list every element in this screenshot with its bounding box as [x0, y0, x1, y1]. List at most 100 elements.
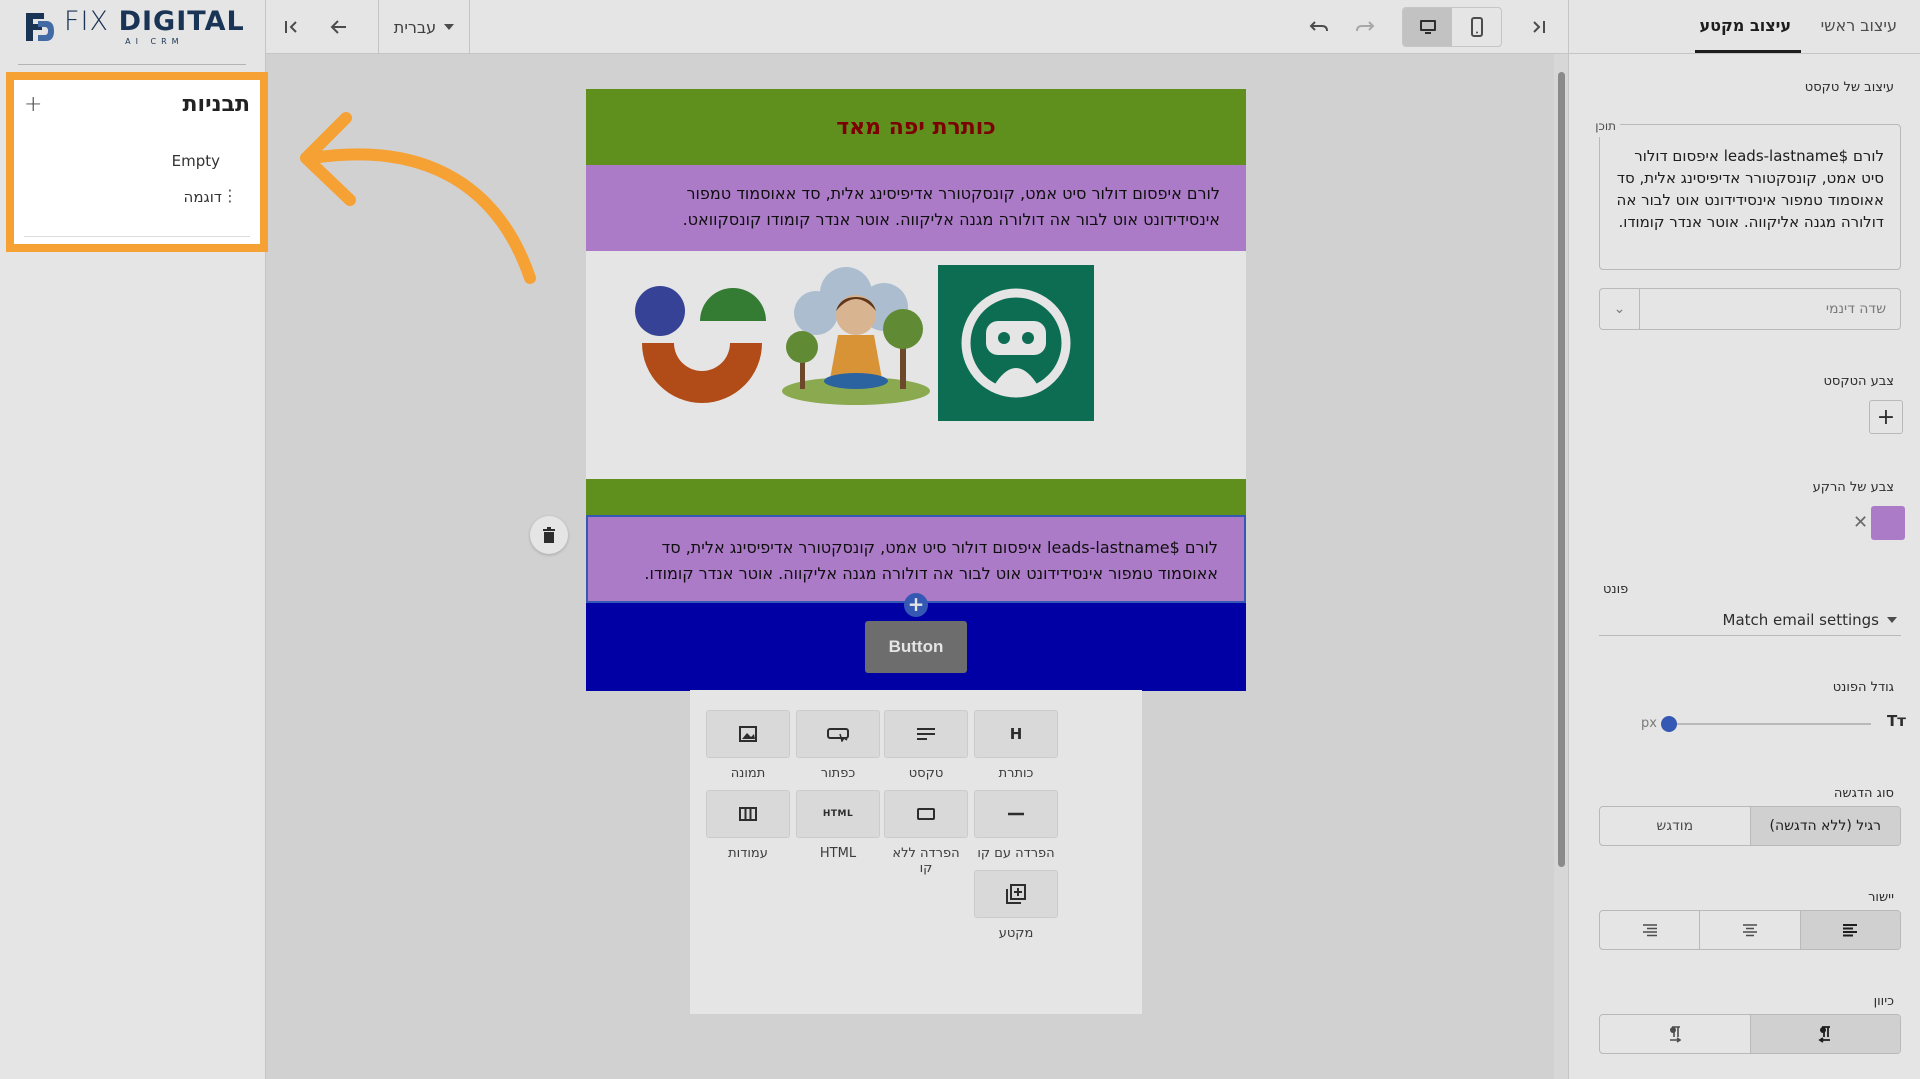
align-center-icon: [1743, 924, 1757, 937]
kebab-menu-icon[interactable]: ⋮: [222, 186, 238, 205]
button-icon: [796, 710, 880, 758]
desktop-view-button[interactable]: [1403, 8, 1452, 46]
email-cta-button[interactable]: Button: [865, 621, 967, 673]
block-columns[interactable]: עמודות: [706, 790, 790, 864]
blocks-palette: H כותרת טקסט כפתור תמונה הפרדה עם קו הפר…: [690, 690, 1142, 1014]
bg-color-label: צבע של הרקע: [1812, 480, 1894, 495]
email-spacer-band[interactable]: [586, 479, 1246, 515]
email-header-block[interactable]: כותרת יפה מאד: [586, 89, 1246, 165]
align-right-button[interactable]: [1600, 911, 1699, 949]
top-toolbar: עברית: [266, 0, 1568, 54]
plus-icon: +: [907, 592, 925, 616]
block-divider-label: הפרדה עם קו: [977, 846, 1055, 861]
font-select[interactable]: Match email settings: [1599, 604, 1901, 636]
collapse-right-button[interactable]: [1522, 10, 1556, 44]
align-left-button[interactable]: [1799, 911, 1900, 949]
logo-mark-icon: [26, 13, 54, 41]
email-text-block-1[interactable]: לורם איפסום דולור סיט אמט, קונסקטורר אדי…: [586, 165, 1246, 251]
font-size-label: גודל הפונט: [1832, 680, 1894, 695]
templates-title: תבניות: [182, 92, 250, 117]
emphasis-toggle: מודגש רגיל (ללא הדגשה): [1599, 806, 1901, 846]
email-images-row[interactable]: [586, 251, 1246, 479]
block-divider[interactable]: הפרדה עם קו: [974, 790, 1058, 864]
slider-handle[interactable]: [1661, 716, 1677, 732]
text-size-icon: Tт: [1887, 712, 1906, 730]
block-section[interactable]: מקטע: [974, 870, 1058, 944]
email-preview: כותרת יפה מאד לורם איפסום דולור סיט אמט,…: [586, 89, 1246, 691]
logo-divider: [18, 64, 246, 65]
undo-icon: [1309, 21, 1328, 32]
delete-block-button[interactable]: [530, 516, 568, 554]
clear-color-icon[interactable]: ✕: [1853, 512, 1868, 533]
font-value: Match email settings: [1722, 610, 1880, 629]
align-center-button[interactable]: [1699, 911, 1799, 949]
abstract-shapes-image: [635, 286, 766, 403]
emphasis-label: סוג הדגשה: [1833, 786, 1894, 801]
block-button[interactable]: כפתור: [796, 710, 880, 784]
undo-button[interactable]: [1302, 10, 1336, 44]
meditating-child-image: [782, 267, 930, 405]
redo-icon: [1356, 21, 1375, 32]
block-html[interactable]: HTML HTML: [796, 790, 880, 864]
plus-icon: +: [24, 92, 43, 117]
template-item-empty[interactable]: Empty: [172, 152, 220, 170]
trash-icon: [543, 527, 555, 543]
direction-toggle: [1599, 1014, 1901, 1054]
text-icon: [884, 710, 968, 758]
templates-panel: תבניות + Empty דוגמה ⋮: [6, 72, 268, 252]
block-spacer[interactable]: הפרדה ללא קו: [884, 790, 968, 876]
image-icon: [706, 710, 790, 758]
divider-line-icon: [974, 790, 1058, 838]
font-size-slider[interactable]: [1661, 716, 1871, 732]
bg-color-swatch[interactable]: [1871, 506, 1905, 540]
block-heading-label: כותרת: [998, 766, 1034, 781]
brand-tagline: AI CRM: [125, 37, 184, 46]
collapse-left-button[interactable]: [274, 10, 308, 44]
device-toggle: [1402, 7, 1502, 47]
block-spacer-label: הפרדה ללא קו: [892, 846, 960, 876]
chevron-down-icon: [444, 24, 455, 30]
add-text-color-button[interactable]: +: [1869, 400, 1903, 434]
direction-rtl-button[interactable]: [1749, 1015, 1900, 1053]
block-image[interactable]: תמונה: [706, 710, 790, 784]
emphasis-normal-option[interactable]: רגיל (ללא הדגשה): [1749, 807, 1900, 845]
dynamic-field-placeholder: שדה דינמי: [1825, 301, 1886, 317]
brand-logo: FIX DIGITAL AI CRM: [22, 6, 252, 48]
add-block-button[interactable]: +: [904, 593, 928, 617]
content-textarea[interactable]: תוכן לורם $leads-lastname איפסום דולור ס…: [1591, 115, 1901, 270]
active-tab-indicator: [1695, 50, 1801, 53]
block-image-label: תמונה: [730, 766, 766, 781]
email-button-block[interactable]: + Button: [586, 593, 1246, 691]
section-title: עיצוב של טקסט: [1804, 80, 1894, 95]
align-right-icon: [1642, 924, 1657, 937]
columns-icon: [706, 790, 790, 838]
emphasis-bold-option[interactable]: מודגש: [1600, 807, 1750, 845]
mobile-view-button[interactable]: [1452, 8, 1501, 46]
language-select[interactable]: עברית: [378, 0, 470, 54]
tab-section-design[interactable]: עיצוב מקטע: [1699, 16, 1791, 35]
email-text-block-2-selected[interactable]: לורם $leads-lastname איפסום דולור סיט אמ…: [586, 515, 1246, 603]
chevron-down-icon: [1887, 616, 1897, 623]
direction-ltr-button[interactable]: [1600, 1015, 1750, 1053]
redo-button[interactable]: [1348, 10, 1382, 44]
align-left-icon: [1843, 924, 1858, 937]
brand-name-light: FIX: [64, 6, 119, 37]
html-icon: HTML: [796, 790, 880, 838]
arrow-left-icon: [330, 20, 346, 34]
alignment-toggle: [1599, 910, 1901, 950]
chevron-down-icon: ⌄: [1600, 288, 1640, 330]
add-template-button[interactable]: +: [24, 92, 42, 117]
block-heading[interactable]: H כותרת: [974, 710, 1058, 784]
block-columns-label: עמודות: [728, 846, 768, 861]
heading-icon: H: [974, 710, 1058, 758]
template-item-example[interactable]: דוגמה: [184, 188, 222, 206]
block-text[interactable]: טקסט: [884, 710, 968, 784]
dynamic-field-select[interactable]: ⌄ שדה דינמי: [1599, 288, 1901, 330]
font-label: פונט: [1603, 582, 1629, 597]
email-header-title: כותרת יפה מאד: [836, 114, 996, 140]
tab-main-design[interactable]: עיצוב ראשי: [1821, 16, 1897, 35]
canvas-scrollbar[interactable]: [1554, 54, 1568, 1079]
mobile-icon: [1470, 17, 1483, 37]
scrollbar-thumb[interactable]: [1558, 72, 1565, 867]
back-button[interactable]: [322, 10, 356, 44]
